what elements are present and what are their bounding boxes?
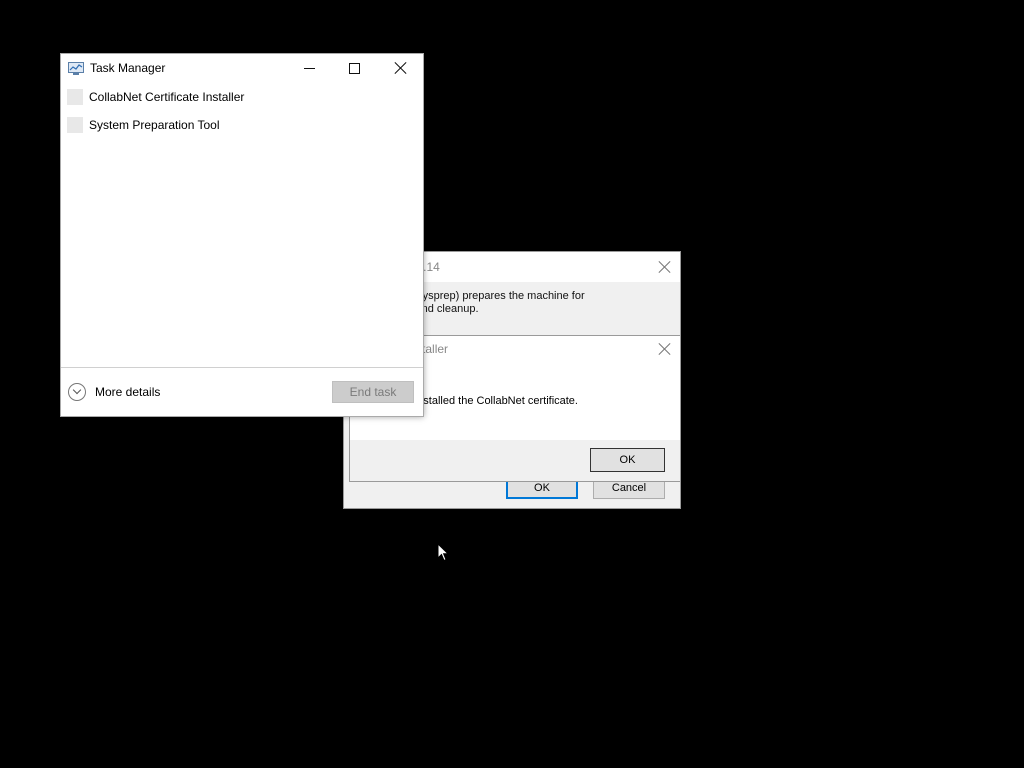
task-manager-footer: More details End task (61, 367, 423, 418)
close-icon (658, 342, 672, 356)
app-icon (67, 89, 83, 105)
task-manager-window: Task Manager CollabNet Certificate Insta… (60, 53, 424, 417)
chevron-down-icon (68, 383, 86, 401)
close-icon (658, 260, 672, 274)
app-icon (67, 117, 83, 133)
close-icon (394, 61, 408, 75)
more-details-label: More details (95, 385, 161, 399)
sysprep-close-button[interactable] (650, 252, 680, 282)
app-label: System Preparation Tool (89, 118, 220, 132)
task-manager-close-button[interactable] (378, 54, 424, 84)
cert-dialog-close-button[interactable] (650, 336, 680, 364)
mouse-cursor-icon (437, 543, 449, 562)
task-manager-icon (68, 62, 84, 75)
maximize-button[interactable] (332, 54, 378, 84)
end-task-button[interactable]: End task (332, 381, 414, 403)
cert-dialog-ok-button[interactable]: OK (590, 448, 665, 472)
minimize-button[interactable] (286, 54, 332, 84)
task-manager-title: Task Manager (90, 61, 166, 75)
app-row-collabnet[interactable]: CollabNet Certificate Installer (61, 84, 423, 112)
task-manager-title-bar[interactable]: Task Manager (61, 54, 423, 84)
app-row-sysprep[interactable]: System Preparation Tool (61, 112, 423, 140)
app-label: CollabNet Certificate Installer (89, 90, 245, 104)
